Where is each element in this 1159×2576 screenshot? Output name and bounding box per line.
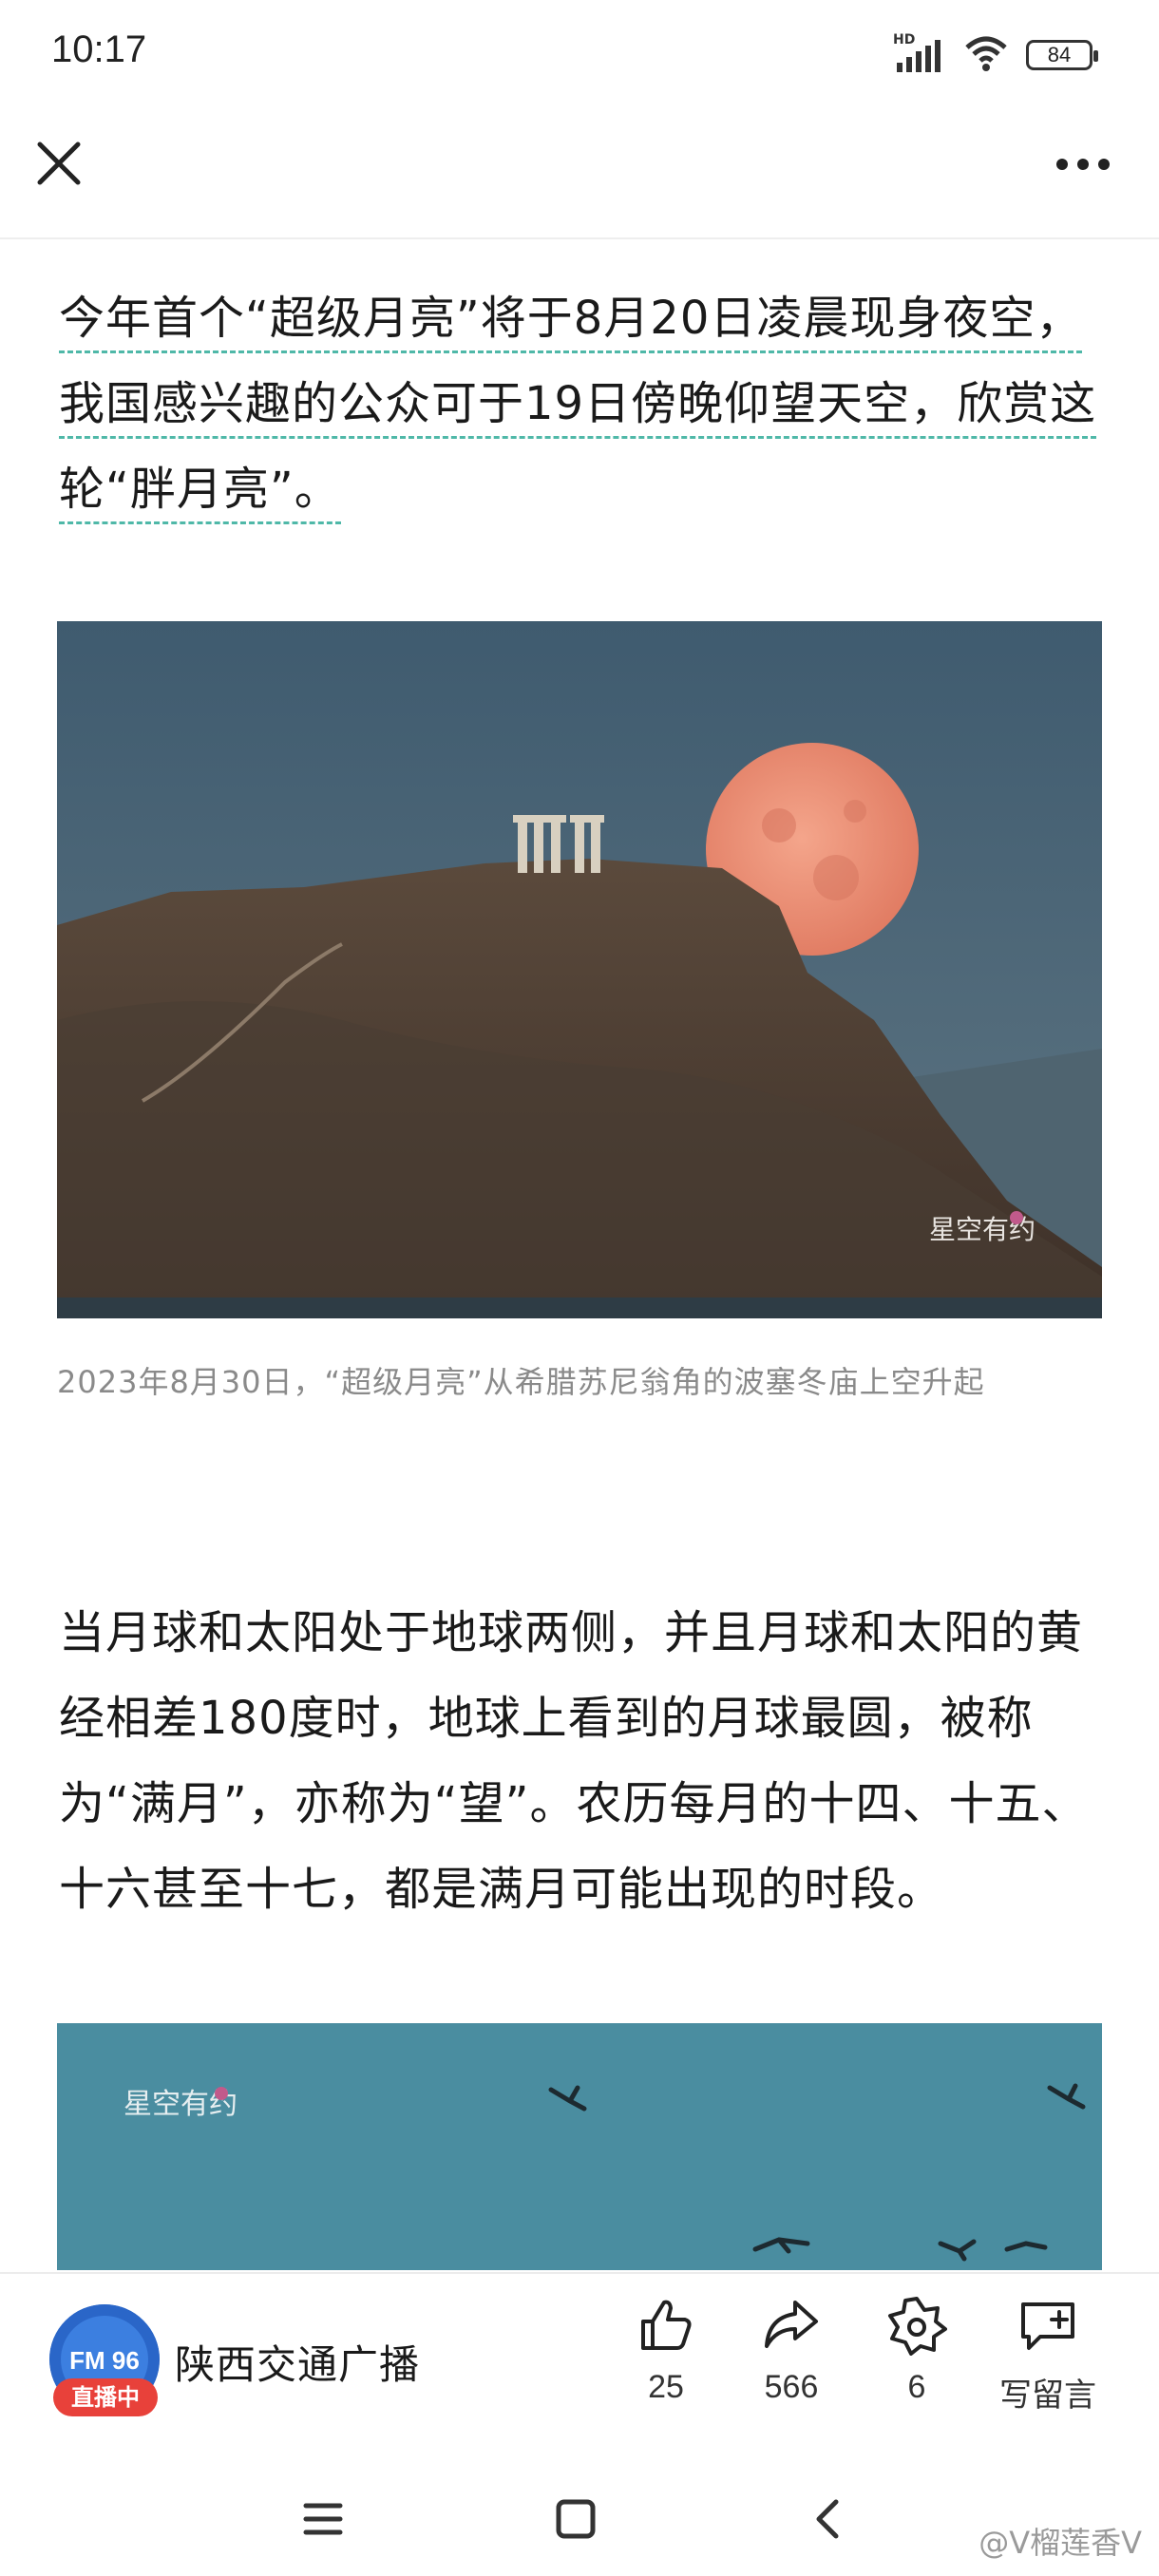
share-button[interactable]: 566 — [720, 2295, 863, 2406]
comment-button[interactable]: 写留言 — [977, 2295, 1119, 2415]
more-button[interactable] — [1045, 141, 1121, 188]
article-paragraph-intro: 今年首个“超级月亮”将于8月20日凌晨现身夜空，我国感兴趣的公众可于19日傍晚仰… — [59, 275, 1104, 532]
account-name[interactable]: 陕西交通广播 — [175, 2333, 420, 2391]
more-icon — [1056, 159, 1110, 170]
article-photo-supermoon[interactable]: 星空有约 — [57, 621, 1102, 1318]
home-icon — [556, 2499, 596, 2539]
status-time: 10:17 — [51, 28, 147, 70]
article-paragraph-fullmoon: 当月球和太阳处于地球两侧，并且月球和太阳的黄经相差180度时，地球上看到的月球最… — [59, 1606, 1089, 1916]
status-bar: 10:17 HD 84 — [0, 0, 1159, 104]
back-button[interactable] — [800, 2491, 857, 2548]
like-count: 25 — [648, 2369, 684, 2405]
wifi-icon — [963, 34, 1009, 76]
avatar-text: FM 96 — [69, 2346, 140, 2375]
home-button[interactable] — [547, 2491, 604, 2548]
like-icon — [641, 2300, 692, 2350]
status-icons: HD 84 — [893, 32, 1098, 78]
weibo-watermark: @V榴莲香V — [978, 2525, 1142, 2561]
article-photo-birds[interactable]: 星空有约 — [57, 2023, 1102, 2270]
menu-button[interactable] — [294, 2491, 352, 2548]
signal-icon: HD — [893, 32, 946, 74]
comment-label: 写留言 — [999, 2377, 1096, 2415]
live-badge[interactable]: 直播中 — [53, 2378, 158, 2416]
menu-icon — [303, 2503, 343, 2535]
favorite-icon — [888, 2297, 947, 2356]
share-icon — [765, 2301, 818, 2348]
like-button[interactable]: 25 — [595, 2295, 737, 2406]
close-button[interactable] — [28, 133, 89, 194]
intro-text[interactable]: 今年首个“超级月亮”将于8月20日凌晨现身夜空，我国感兴趣的公众可于19日傍晚仰… — [59, 292, 1097, 524]
back-icon — [816, 2499, 839, 2539]
battery-icon: 84 — [1026, 40, 1098, 70]
share-count: 566 — [764, 2369, 819, 2405]
photo-caption: 2023年8月30日，“超级月亮”从希腊苏尼翁角的波塞冬庙上空升起 — [57, 1364, 985, 1400]
top-nav — [0, 104, 1159, 239]
favorite-count: 6 — [907, 2369, 926, 2405]
comment-icon — [1021, 2302, 1074, 2350]
bottom-action-bar: FM 96 直播中 陕西交通广播 25 566 6 写留言 — [0, 2272, 1159, 2464]
favorite-button[interactable]: 6 — [846, 2295, 988, 2406]
close-icon — [37, 142, 81, 185]
